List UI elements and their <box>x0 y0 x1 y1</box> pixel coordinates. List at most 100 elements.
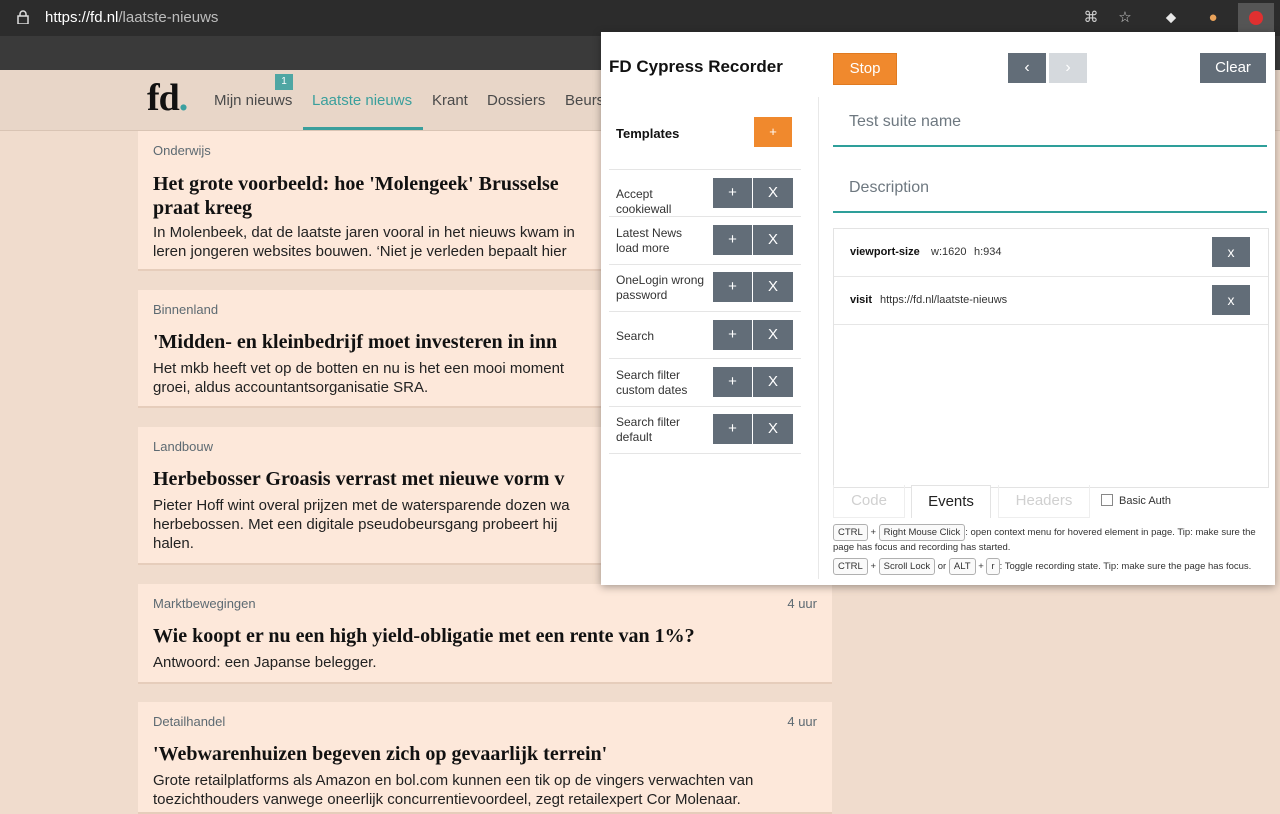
nav-beurs[interactable]: Beurs <box>565 92 604 109</box>
tab-headers[interactable]: Headers <box>998 485 1090 518</box>
article-time: 4 uur <box>787 596 817 611</box>
template-delete-button[interactable]: X <box>753 320 793 350</box>
previous-button[interactable]: ‹ <box>1008 53 1046 83</box>
extension-icon[interactable]: ● <box>1204 9 1222 27</box>
events-list: viewport-size w:1620 h:934 x visit https… <box>833 228 1269 488</box>
address-bar[interactable]: https://fd.nl/laatste-nieuws <box>45 9 218 26</box>
event-name: viewport-size <box>850 246 920 258</box>
article-summary: Antwoord: een Japanse belegger. <box>153 654 377 671</box>
article-summary-line2: leren jongeren websites bouwen. ‘Niet je… <box>153 243 567 260</box>
template-delete-button[interactable]: X <box>753 414 793 444</box>
basic-auth-checkbox[interactable] <box>1101 494 1113 506</box>
nav-laatste-nieuws[interactable]: Laatste nieuws <box>312 92 412 109</box>
nav-mijn-nieuws[interactable]: Mijn nieuws <box>214 92 292 109</box>
event-row: viewport-size w:1620 h:934 x <box>834 229 1268 277</box>
template-insert-button[interactable]: + <box>713 320 752 350</box>
template-insert-button[interactable]: + <box>713 414 752 444</box>
article-category: Landbouw <box>153 439 213 454</box>
article-card[interactable]: Detailhandel 4 uur 'Webwarenhuizen begev… <box>138 702 832 814</box>
star-icon[interactable]: ☆ <box>1116 9 1134 27</box>
vertical-separator <box>818 97 819 579</box>
chevron-right-icon: › <box>1065 59 1071 76</box>
browser-toolbar: https://fd.nl/laatste-nieuws ⌘ ☆ ⬥ ● <box>0 0 1280 36</box>
template-delete-button[interactable]: X <box>753 178 793 208</box>
recorder-popup: FD Cypress Recorder Stop ‹ › Clear Templ… <box>601 32 1275 585</box>
template-label: OneLogin wrong password <box>616 273 705 302</box>
translate-icon[interactable]: ⌘ <box>1082 9 1100 27</box>
kbd-r: r <box>986 558 1000 575</box>
template-insert-button[interactable]: + <box>713 178 752 208</box>
template-label: Accept cookiewall <box>616 187 672 216</box>
nav-krant[interactable]: Krant <box>432 92 468 109</box>
test-suite-name-input[interactable]: Test suite name <box>833 101 1267 147</box>
event-name: visit <box>850 294 873 306</box>
remove-event-button[interactable]: x <box>1212 237 1250 267</box>
template-insert-button[interactable]: + <box>713 367 752 397</box>
help-toggle-recording: CTRL + Scroll Lock or ALT + r: Toggle re… <box>833 558 1269 575</box>
template-label: Latest News load more <box>616 226 683 255</box>
remove-event-button[interactable]: x <box>1212 285 1250 315</box>
recorder-icon <box>1249 11 1263 25</box>
clear-button[interactable]: Clear <box>1200 53 1266 83</box>
template-label: Search <box>616 329 655 343</box>
tab-code[interactable]: Code <box>833 485 905 518</box>
template-label: Search filter custom dates <box>616 368 688 397</box>
kbd-ctrl: CTRL <box>833 558 868 575</box>
nav-dossiers[interactable]: Dossiers <box>487 92 545 109</box>
divider <box>609 216 801 217</box>
tab-events[interactable]: Events <box>911 485 991 518</box>
template-delete-button[interactable]: X <box>753 272 793 302</box>
next-button[interactable]: › <box>1049 53 1087 83</box>
event-value-2: h:934 <box>974 246 1002 258</box>
help-text: : Toggle recording state. Tip: make sure… <box>999 561 1252 572</box>
site-logo[interactable]: fd. <box>147 76 188 120</box>
kbd-right-click: Right Mouse Click <box>878 524 966 541</box>
article-summary-line2: groei, aldus accountantsorganisatie SRA. <box>153 379 429 396</box>
divider <box>609 358 801 359</box>
template-insert-button[interactable]: + <box>713 272 752 302</box>
template-label: Search filter default <box>616 415 681 444</box>
article-category: Detailhandel <box>153 714 226 729</box>
add-template-button[interactable]: + <box>754 117 792 147</box>
article-category: Binnenland <box>153 302 219 317</box>
article-card[interactable]: Marktbewegingen 4 uur Wie koopt er nu ee… <box>138 584 832 684</box>
article-title[interactable]: Het grote voorbeeld: hoe 'Molengeek' Bru… <box>153 172 559 196</box>
recorder-extension-button[interactable] <box>1238 3 1274 33</box>
article-summary: Pieter Hoff wint overal prijzen met de w… <box>153 497 570 514</box>
divider <box>609 311 801 312</box>
tag-icon[interactable]: ⬥ <box>1162 9 1180 27</box>
article-title[interactable]: Wie koopt er nu een high yield-obligatie… <box>153 624 695 648</box>
template-delete-button[interactable]: X <box>753 225 793 255</box>
template-delete-button[interactable]: X <box>753 367 793 397</box>
recorder-title: FD Cypress Recorder <box>609 57 783 76</box>
templates-heading: Templates <box>616 126 680 141</box>
kbd-ctrl: CTRL <box>833 524 868 541</box>
article-time: 4 uur <box>787 714 817 729</box>
description-input[interactable]: Description <box>833 167 1267 213</box>
active-nav-underline <box>303 127 423 130</box>
template-insert-button[interactable]: + <box>713 225 752 255</box>
test-suite-name-placeholder: Test suite name <box>849 113 962 130</box>
kbd-alt: ALT <box>948 558 976 575</box>
divider <box>609 264 801 265</box>
description-placeholder: Description <box>849 179 930 196</box>
article-summary-line3: halen. <box>153 535 194 552</box>
article-summary-line2: herbebossen. Met een digitale pseudobeur… <box>153 516 558 533</box>
article-title[interactable]: 'Midden- en kleinbedrijf moet investeren… <box>153 330 557 354</box>
event-value: w:1620 <box>931 246 967 258</box>
basic-auth-label: Basic Auth <box>1119 495 1171 507</box>
chevron-left-icon: ‹ <box>1024 59 1030 76</box>
article-title[interactable]: 'Webwarenhuizen begeven zich op gevaarli… <box>153 742 607 766</box>
notification-badge: 1 <box>275 74 293 90</box>
article-title[interactable]: Herbebosser Groasis verrast met nieuwe v… <box>153 467 564 491</box>
event-row: visit https://fd.nl/laatste-nieuws x <box>834 277 1268 325</box>
article-category: Onderwijs <box>153 143 211 158</box>
article-title-line2[interactable]: praat kreeg <box>153 196 252 220</box>
help-text: : open context menu for hovered element … <box>965 527 1256 538</box>
article-summary: In Molenbeek, dat de laatste jaren voora… <box>153 224 575 241</box>
article-summary: Het mkb heeft vet op de botten en nu is … <box>153 360 565 377</box>
divider <box>609 169 801 170</box>
stop-button[interactable]: Stop <box>833 53 897 85</box>
article-category: Marktbewegingen <box>153 596 256 611</box>
lock-icon <box>17 10 29 24</box>
